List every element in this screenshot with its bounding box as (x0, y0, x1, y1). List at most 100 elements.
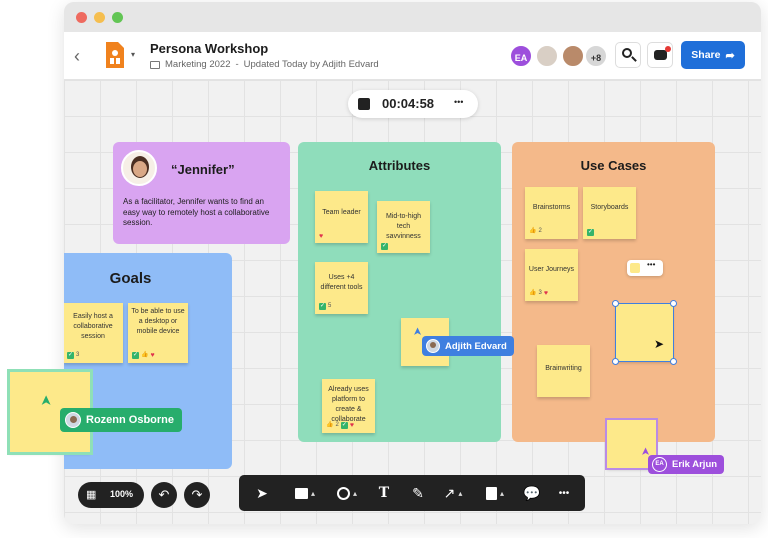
arrow-pointer-icon: ➤ (256, 484, 268, 501)
stop-timer-icon[interactable] (358, 98, 370, 110)
chevron-up-icon: ▴ (499, 488, 504, 498)
map-zoom-control[interactable]: ▦ 100% (78, 482, 144, 508)
redo-icon: ↷ (191, 487, 203, 502)
heart-icon: ♥ (349, 421, 354, 429)
use-cases-title: Use Cases (580, 158, 647, 173)
logo-dropdown-icon[interactable]: ▾ (131, 50, 135, 59)
pointer-cursor-icon: ➤ (654, 337, 665, 351)
sticky-note[interactable]: Brainwriting (537, 345, 590, 397)
maximize-window-dot[interactable] (112, 12, 123, 23)
board-header: ‹ ▾ Persona Workshop Marketing 2022 - Up… (64, 32, 761, 80)
redo-button[interactable]: ↷ (184, 482, 210, 508)
sticky-note[interactable]: Mid-to-high tech savvinness ✓ (377, 201, 430, 253)
folder-name[interactable]: Marketing 2022 (165, 59, 230, 70)
resize-handle[interactable] (670, 358, 677, 365)
chevron-up-icon: ▴ (458, 488, 463, 498)
document-title[interactable]: Persona Workshop (150, 41, 268, 56)
sticky-note-tool[interactable]: ▴ (287, 475, 323, 511)
timer-more-button[interactable]: ••• (454, 97, 463, 107)
share-arrow-icon: ➦ (725, 49, 735, 62)
note-meta: ✓ (587, 229, 594, 236)
comment-tool-icon: 💬 (523, 484, 541, 501)
note-meta: ✓ (381, 243, 388, 250)
check-icon: ✓ (381, 243, 388, 250)
thumbs-up-icon: 👍 (141, 352, 149, 358)
sticky-note[interactable]: Uses +4 different tools ✓ 5 (315, 262, 368, 314)
check-icon: ✓ (132, 351, 139, 359)
note-text: To be able to use a desktop or mobile de… (131, 308, 185, 335)
toolbar-more-icon[interactable]: ••• (647, 260, 655, 269)
note-text: Easily host a collaborative session (73, 313, 113, 340)
thumbs-up-icon: 👍 (326, 422, 334, 428)
adjith-cursor-icon: ➤ (412, 326, 425, 337)
sticky-note[interactable]: Already uses platform to create & collab… (322, 379, 375, 433)
connector-tool[interactable]: ↗ ▴ (435, 475, 471, 511)
circle-shape-icon (336, 486, 350, 500)
collaborator-avatar-2[interactable] (535, 44, 559, 68)
sticky-note[interactable]: Storyboards ✓ (583, 187, 636, 239)
close-window-dot[interactable] (76, 12, 87, 23)
shape-tool[interactable]: ▴ (329, 475, 365, 511)
subtitle-separator: - (235, 59, 239, 70)
note-count: 3 (76, 352, 80, 358)
sticky-note[interactable]: Team leader ♥ (315, 191, 368, 243)
resize-handle[interactable] (612, 300, 619, 307)
zoom-level[interactable]: 100% (110, 489, 133, 499)
erik-name: Erik Arjun (672, 459, 718, 470)
check-icon: ✓ (67, 351, 74, 359)
undo-button[interactable]: ↶ (151, 482, 177, 508)
undo-icon: ↶ (158, 487, 170, 502)
note-text: Storyboards (590, 204, 629, 211)
color-swatch[interactable] (630, 263, 640, 273)
note-meta: 👍 2 ✓ ♥ (326, 420, 354, 430)
use-cases-frame[interactable]: Use Cases Brainstorms 👍 2 Storyboards ✓ U… (512, 142, 715, 442)
pen-tool[interactable]: ✎ (403, 475, 433, 511)
collaborator-avatar-ea[interactable]: EA (509, 44, 533, 68)
select-tool[interactable]: ➤ (247, 475, 277, 511)
resize-handle[interactable] (670, 300, 677, 307)
more-tools-label: ••• (558, 487, 570, 499)
sticky-note[interactable]: To be able to use a desktop or mobile de… (128, 303, 188, 363)
more-tools-button[interactable]: ••• (549, 475, 579, 511)
app-logo-icon[interactable] (104, 40, 126, 70)
share-label: Share (691, 49, 721, 61)
selected-sticky-note[interactable]: ➤ (612, 300, 677, 365)
more-collaborators-badge[interactable]: +8 (584, 44, 608, 68)
comments-button[interactable] (647, 42, 673, 68)
share-button[interactable]: Share ➦ (681, 41, 745, 69)
back-chevron-icon[interactable]: ‹ (74, 46, 88, 66)
upload-icon (485, 486, 497, 500)
chevron-up-icon: ▴ (352, 488, 357, 498)
sticky-note[interactable]: Easily host a collaborative session ✓ 3 (64, 303, 123, 363)
minimize-window-dot[interactable] (94, 12, 105, 23)
folder-icon (150, 60, 160, 69)
resize-handle[interactable] (612, 358, 619, 365)
sticky-note[interactable]: User Journeys 👍 3 ♥ (525, 249, 578, 301)
note-count: 3 (538, 290, 542, 296)
search-button[interactable] (615, 42, 641, 68)
goals-title: Goals (109, 270, 152, 287)
thumbs-up-icon: 👍 (529, 290, 537, 296)
check-icon: ✓ (319, 302, 326, 310)
map-icon[interactable]: ▦ (86, 488, 96, 501)
note-text: Brainstorms (532, 204, 571, 211)
sticky-note[interactable]: Brainstorms 👍 2 (525, 187, 578, 239)
text-tool[interactable]: T (369, 475, 399, 511)
heart-icon: ♥ (543, 289, 548, 297)
collaborator-avatar-3[interactable] (561, 44, 585, 68)
thumbs-up-icon: 👍 (529, 228, 537, 234)
note-text: Brainwriting (545, 365, 582, 372)
note-meta: ✓ 👍 ♥ (132, 350, 155, 360)
comment-icon (654, 50, 667, 60)
note-meta: ✓ 3 (67, 350, 79, 360)
note-text: Mid-to-high tech savvinness (385, 213, 421, 240)
notification-dot (665, 46, 671, 52)
cursor-label-rozenn: Rozenn Osborne (60, 408, 183, 432)
persona-card[interactable]: “Jennifer” As a facilitator, Jennifer wa… (113, 142, 290, 244)
comment-tool[interactable]: 💬 (517, 475, 547, 511)
persona-avatar (121, 150, 157, 186)
attributes-frame[interactable]: Attributes Team leader ♥ Mid-to-high tec… (298, 142, 501, 442)
note-color-toolbar[interactable]: ••• (627, 260, 663, 276)
upload-tool[interactable]: ▴ (477, 475, 513, 511)
session-timer: 00:04:58 ••• (348, 90, 478, 118)
